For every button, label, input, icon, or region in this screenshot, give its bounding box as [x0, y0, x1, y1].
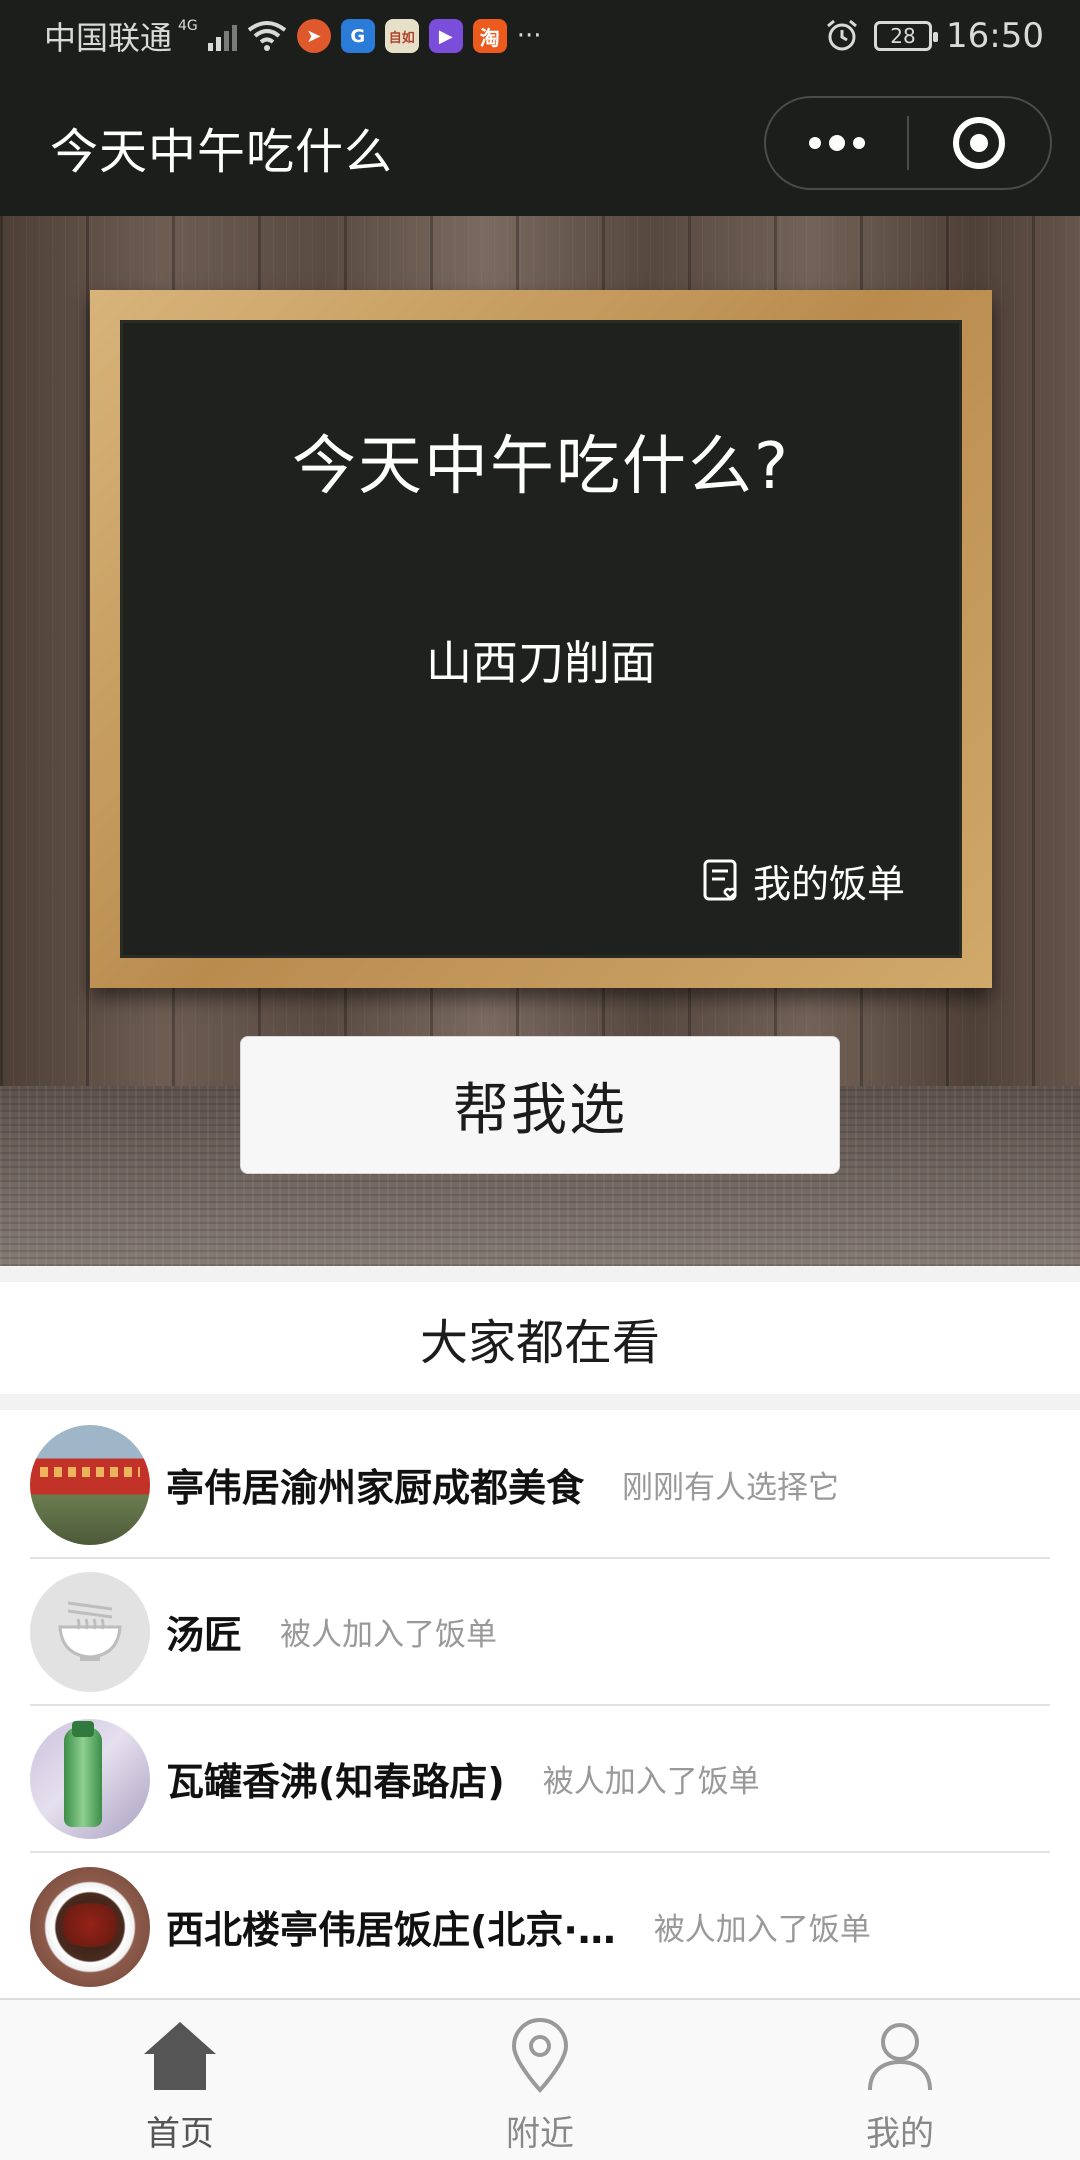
feishu-icon: ➤: [296, 19, 331, 53]
list-item[interactable]: 瓦罐香沸(知春路店) 被人加入了饭单: [30, 1706, 1050, 1853]
activity-status: 被人加入了饭单: [653, 1912, 871, 1948]
video-icon: ▶: [428, 19, 463, 53]
noodle-bowl-placeholder: [30, 1571, 150, 1692]
tab-label: 首页: [146, 2114, 214, 2154]
spicy-dish-photo: [30, 1866, 150, 1987]
restaurant-name: 西北楼亭伟居饭庄(北京·…: [166, 1908, 616, 1952]
activity-status: 刚刚有人选择它: [622, 1470, 840, 1506]
battery-icon: 28: [874, 21, 939, 51]
section-spacer: [0, 1266, 1080, 1282]
chalkboard: 今天中午吃什么? 山西刀削面 我的饭单: [120, 320, 962, 958]
tab-home[interactable]: 首页: [0, 2000, 360, 2160]
section-title: 大家都在看: [0, 1282, 1080, 1394]
section-spacer: [0, 1394, 1080, 1410]
list-item[interactable]: 亭伟居渝州家厨成都美食 刚刚有人选择它: [30, 1412, 1050, 1559]
nav-bar: 今天中午吃什么: [0, 72, 1080, 216]
mini-program-capsule: [764, 96, 1052, 190]
wifi-icon: [247, 20, 287, 52]
status-right: 28 16:50: [824, 16, 1044, 56]
close-target-icon: [953, 117, 1006, 169]
home-icon: [140, 2018, 220, 2098]
signal-icon: [207, 21, 237, 51]
more-button[interactable]: [766, 98, 907, 188]
restaurant-name: 亭伟居渝州家厨成都美食: [166, 1466, 585, 1510]
activity-status: 被人加入了饭单: [542, 1764, 760, 1800]
menu-list-icon: [703, 859, 741, 903]
close-button[interactable]: [909, 98, 1050, 188]
tab-label: 附近: [506, 2114, 574, 2154]
list-item[interactable]: 西北楼亭伟居饭庄(北京·… 被人加入了饭单: [30, 1853, 1050, 2000]
status-left: 中国联通 4G ➤ G 自如 ▶ 淘 ···: [44, 16, 542, 57]
battery-level: 28: [890, 24, 916, 48]
browser-icon: G: [340, 19, 375, 53]
my-menu-label: 我的饭单: [752, 862, 905, 906]
tab-mine[interactable]: 我的: [720, 2000, 1080, 2160]
list-item[interactable]: 汤匠 被人加入了饭单: [30, 1559, 1050, 1706]
alarm-icon: [824, 18, 860, 54]
page-title: 今天中午吃什么: [50, 124, 394, 180]
help-me-pick-button[interactable]: 帮我选: [240, 1036, 840, 1174]
chalkboard-question: 今天中午吃什么?: [292, 430, 790, 504]
carrier-label: 中国联通: [44, 19, 173, 57]
chalkboard-frame: 今天中午吃什么? 山西刀削面 我的饭单: [90, 290, 992, 988]
tab-nearby[interactable]: 附近: [360, 2000, 720, 2160]
taobao-icon: 淘: [472, 19, 507, 53]
tab-label: 我的: [866, 2114, 934, 2154]
restaurant-name: 汤匠: [166, 1613, 243, 1657]
overflow-indicator: ···: [516, 21, 542, 51]
soda-bottle-photo: [30, 1718, 150, 1839]
network-type: 4G: [178, 18, 198, 34]
person-icon: [864, 2018, 936, 2098]
news-icon: 自如: [384, 19, 419, 53]
status-bar: 中国联通 4G ➤ G 自如 ▶ 淘 ··· 28 16:50: [0, 0, 1080, 72]
restaurant-storefront-photo: [30, 1424, 150, 1545]
hero-banner: 今天中午吃什么? 山西刀削面 我的饭单 帮我选: [0, 216, 1080, 1266]
trending-list: 亭伟居渝州家厨成都美食 刚刚有人选择它 汤匠 被人加入了饭单 瓦罐香沸(知春路店…: [0, 1412, 1080, 2000]
restaurant-name: 瓦罐香沸(知春路店): [166, 1760, 505, 1804]
activity-status: 被人加入了饭单: [280, 1617, 498, 1653]
picked-dish: 山西刀削面: [426, 636, 656, 690]
tab-bar: 首页 附近 我的: [0, 1998, 1080, 2160]
location-pin-icon: [508, 2018, 572, 2098]
my-menu-link[interactable]: 我的饭单: [703, 853, 905, 908]
clock: 16:50: [946, 16, 1044, 56]
